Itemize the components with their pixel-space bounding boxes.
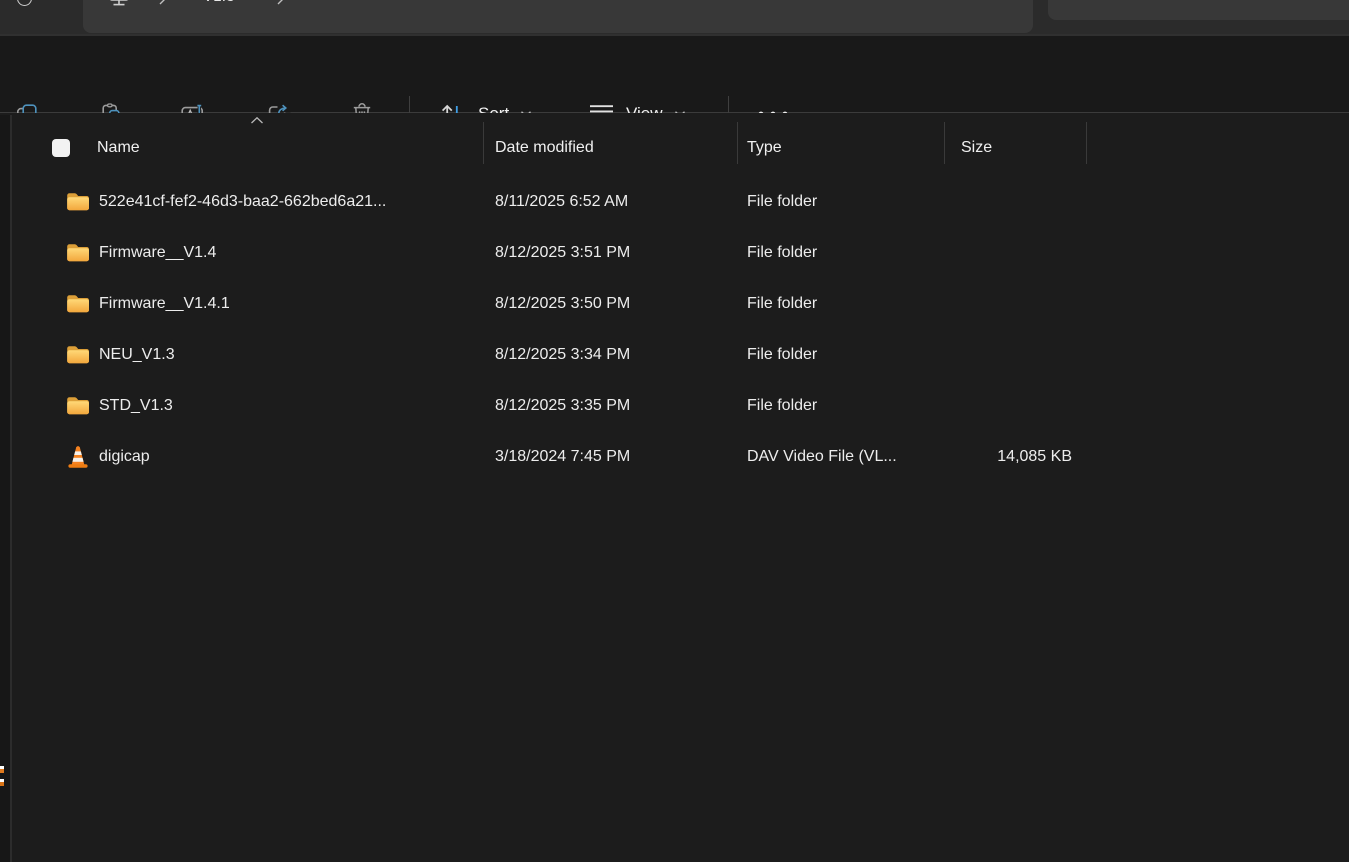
search-box[interactable]	[1048, 0, 1349, 20]
file-name: digicap	[99, 448, 150, 466]
column-resize-handle[interactable]	[737, 122, 738, 164]
column-resize-handle[interactable]	[483, 122, 484, 164]
column-header-label: Size	[961, 139, 992, 156]
column-header-label: Type	[747, 139, 782, 156]
file-type: File folder	[737, 295, 944, 313]
column-header-label: Date modified	[495, 139, 594, 156]
column-header-row: Name Date modified Type Size	[30, 123, 1086, 173]
file-row[interactable]: NEU_V1.3 8/12/2025 3:34 PM File folder	[30, 329, 1349, 380]
file-explorer-window: V1.3	[0, 0, 1349, 862]
file-date-modified: 8/12/2025 3:34 PM	[483, 346, 737, 364]
column-resize-handle[interactable]	[944, 122, 945, 164]
file-type: DAV Video File (VL...	[737, 448, 944, 466]
file-size: 14,085 KB	[944, 448, 1086, 466]
file-row[interactable]: Firmware__V1.4.1 8/12/2025 3:50 PM File …	[30, 278, 1349, 329]
file-type: File folder	[737, 397, 944, 415]
select-all-checkbox[interactable]	[52, 139, 70, 157]
edge-artifact	[0, 779, 4, 786]
this-pc-icon	[108, 0, 130, 7]
file-name: Firmware__V1.4.1	[99, 295, 230, 313]
file-row[interactable]: Firmware__V1.4 8/12/2025 3:51 PM File fo…	[30, 227, 1349, 278]
vlc-cone-icon	[67, 445, 89, 469]
file-date-modified: 8/12/2025 3:50 PM	[483, 295, 737, 313]
column-header-label: Name	[97, 139, 140, 157]
column-header-date-modified[interactable]: Date modified	[483, 139, 737, 157]
file-date-modified: 3/18/2024 7:45 PM	[483, 448, 737, 466]
refresh-icon[interactable]	[17, 0, 32, 6]
file-name: 522e41cf-fef2-46d3-baa2-662bed6a21...	[99, 193, 386, 211]
breadcrumb-chevron-icon[interactable]	[276, 0, 285, 5]
folder-icon	[66, 243, 90, 263]
folder-icon	[66, 396, 90, 416]
file-date-modified: 8/11/2025 6:52 AM	[483, 193, 737, 211]
address-bar-row: V1.3	[0, 0, 1349, 36]
column-header-type[interactable]: Type	[737, 139, 944, 157]
file-type: File folder	[737, 244, 944, 262]
file-date-modified: 8/12/2025 3:51 PM	[483, 244, 737, 262]
file-row[interactable]: 522e41cf-fef2-46d3-baa2-662bed6a21... 8/…	[30, 176, 1349, 227]
file-name: Firmware__V1.4	[99, 244, 216, 262]
file-type: File folder	[737, 346, 944, 364]
breadcrumb-folder-fragment[interactable]: V1.3	[203, 0, 235, 5]
file-row[interactable]: STD_V1.3 8/12/2025 3:35 PM File folder	[30, 380, 1349, 431]
folder-icon	[66, 345, 90, 365]
column-header-size[interactable]: Size	[944, 139, 1086, 157]
folder-icon	[66, 192, 90, 212]
edge-artifact	[0, 766, 4, 773]
command-toolbar: Sort View	[0, 36, 1349, 113]
file-name: STD_V1.3	[99, 397, 173, 415]
file-row[interactable]: digicap 3/18/2024 7:45 PM DAV Video File…	[30, 431, 1349, 482]
file-list-area: Name Date modified Type Size 522e41cf-fe…	[0, 113, 1349, 862]
file-date-modified: 8/12/2025 3:35 PM	[483, 397, 737, 415]
column-header-name[interactable]: Name	[30, 139, 483, 157]
file-type: File folder	[737, 193, 944, 211]
file-name: NEU_V1.3	[99, 346, 175, 364]
folder-icon	[66, 294, 90, 314]
file-rows: 522e41cf-fef2-46d3-baa2-662bed6a21... 8/…	[0, 176, 1349, 482]
column-resize-handle[interactable]	[1086, 122, 1087, 164]
breadcrumb-chevron-icon[interactable]	[158, 0, 167, 5]
